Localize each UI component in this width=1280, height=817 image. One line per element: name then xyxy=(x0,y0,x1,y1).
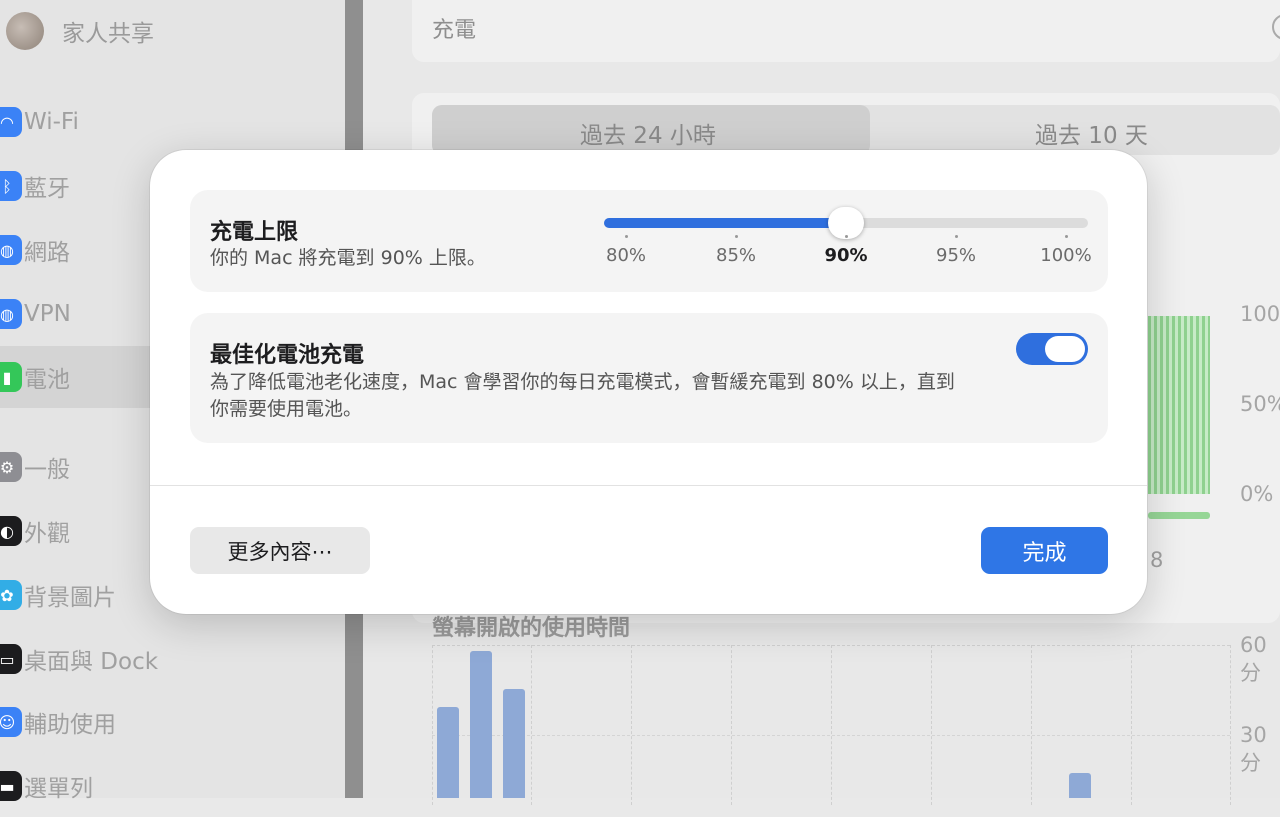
optimized-charging-description: 為了降低電池老化速度，Mac 會學習你的每日充電模式，會暫緩充電到 80% 以上… xyxy=(210,371,955,420)
charge-limit-title: 充電上限 xyxy=(210,220,299,245)
slider-tick-label: 90% xyxy=(824,245,868,266)
section-title: 充電 xyxy=(432,18,477,43)
slider-tick-mark xyxy=(625,235,628,238)
sidebar-item-menubar[interactable]: ▬ 選單列 xyxy=(0,755,345,817)
dock-icon: ▭ xyxy=(0,644,22,674)
sidebar-item-label: Wi-Fi xyxy=(24,109,79,135)
slider-fill xyxy=(604,218,846,228)
slider-tick-mark xyxy=(735,235,738,238)
usage-bar xyxy=(1069,773,1091,798)
sidebar-item-wifi[interactable]: ◠ Wi-Fi xyxy=(0,91,345,153)
charge-limit-description: 你的 Mac 將充電到 90% 上限。 xyxy=(210,247,486,269)
family-sharing-row[interactable]: 家人共享 xyxy=(6,12,154,50)
sidebar-item-accessibility[interactable]: ☺ 輔助使用 xyxy=(0,691,345,753)
vpn-icon: ◍ xyxy=(0,299,22,329)
optimized-charging-toggle[interactable] xyxy=(1016,333,1088,365)
gear-icon: ⚙ xyxy=(0,452,22,482)
accessibility-icon: ☺ xyxy=(0,707,22,737)
usage-bar xyxy=(503,689,525,798)
usage-axis-label: 60 分 xyxy=(1240,633,1267,685)
family-sharing-label: 家人共享 xyxy=(62,21,154,47)
tab-10-days-label[interactable]: 過去 10 天 xyxy=(1035,116,1148,150)
more-info-button[interactable]: 更多內容⋯ xyxy=(190,527,370,574)
dialog-divider xyxy=(150,485,1147,486)
wallpaper-icon: ✿ xyxy=(0,580,22,610)
slider-tick-label: 95% xyxy=(935,245,977,266)
usage-bar xyxy=(470,651,492,798)
sidebar-item-label: 桌面與 Dock xyxy=(24,649,159,675)
slider-tick-label: 80% xyxy=(605,245,647,266)
grid-line xyxy=(1230,645,1231,805)
bluetooth-icon: ᛒ xyxy=(0,171,22,201)
done-button[interactable]: 完成 xyxy=(981,527,1108,574)
grid-line xyxy=(831,645,832,805)
menubar-icon: ▬ xyxy=(0,771,22,801)
usage-bar xyxy=(437,707,459,798)
sidebar-item-label: 外觀 xyxy=(24,521,70,547)
charge-limit-slider[interactable] xyxy=(604,207,1088,239)
sidebar-item-label: 一般 xyxy=(24,457,70,483)
sidebar-item-label: 網路 xyxy=(24,240,70,266)
grid-line xyxy=(432,735,1230,736)
optimized-charging-title: 最佳化電池充電 xyxy=(210,343,365,368)
slider-tick-mark xyxy=(1065,235,1068,238)
sidebar-item-label: 背景圖片 xyxy=(24,585,116,611)
grid-line xyxy=(631,645,632,805)
grid-line xyxy=(931,645,932,805)
slider-tick-mark xyxy=(955,235,958,238)
battery-axis-label: 0% xyxy=(1240,482,1274,506)
charging-indicator-bar xyxy=(1148,512,1210,519)
sidebar-item-label: 輔助使用 xyxy=(24,712,116,738)
charge-limit-panel: 充電上限 你的 Mac 將充電到 90% 上限。 80% 85% 90% 95% 100… xyxy=(190,190,1108,292)
charging-header xyxy=(412,0,1280,62)
slider-tick-label: 85% xyxy=(715,245,757,266)
sidebar-item-label: VPN xyxy=(24,301,71,327)
sidebar-item-desktop-dock[interactable]: ▭ 桌面與 Dock xyxy=(0,628,345,690)
sidebar-item-label: 藍牙 xyxy=(24,176,70,202)
slider-tick-mark xyxy=(845,235,848,238)
appearance-icon: ◐ xyxy=(0,516,22,546)
grid-line xyxy=(731,645,732,805)
grid-line xyxy=(432,645,433,805)
battery-axis-label: 100 xyxy=(1240,302,1280,326)
optimized-charging-panel: 最佳化電池充電 為了降低電池老化速度，Mac 會學習你的每日充電模式，會暫緩充電… xyxy=(190,313,1108,443)
tab-24-hours-label[interactable]: 過去 24 小時 xyxy=(580,116,716,150)
grid-line xyxy=(531,645,532,805)
wifi-icon: ◠ xyxy=(0,107,22,137)
grid-line xyxy=(1031,645,1032,805)
battery-level-bars xyxy=(1148,316,1210,494)
sidebar-item-label: 電池 xyxy=(24,367,70,393)
toggle-knob xyxy=(1045,336,1085,362)
globe-icon: ◍ xyxy=(0,235,22,265)
time-axis-label: 8 xyxy=(1150,548,1164,572)
battery-icon: ▮ xyxy=(0,362,22,392)
screen-usage-title: 螢幕開啟的使用時間 xyxy=(432,616,631,641)
slider-tick-label: 100% xyxy=(1040,245,1092,266)
usage-axis-label: 30 分 xyxy=(1240,723,1267,775)
battery-axis-label: 50% xyxy=(1240,392,1280,416)
grid-line xyxy=(1131,645,1132,805)
avatar xyxy=(6,12,44,50)
charging-settings-dialog: 充電上限 你的 Mac 將充電到 90% 上限。 80% 85% 90% 95% 100… xyxy=(150,150,1147,614)
